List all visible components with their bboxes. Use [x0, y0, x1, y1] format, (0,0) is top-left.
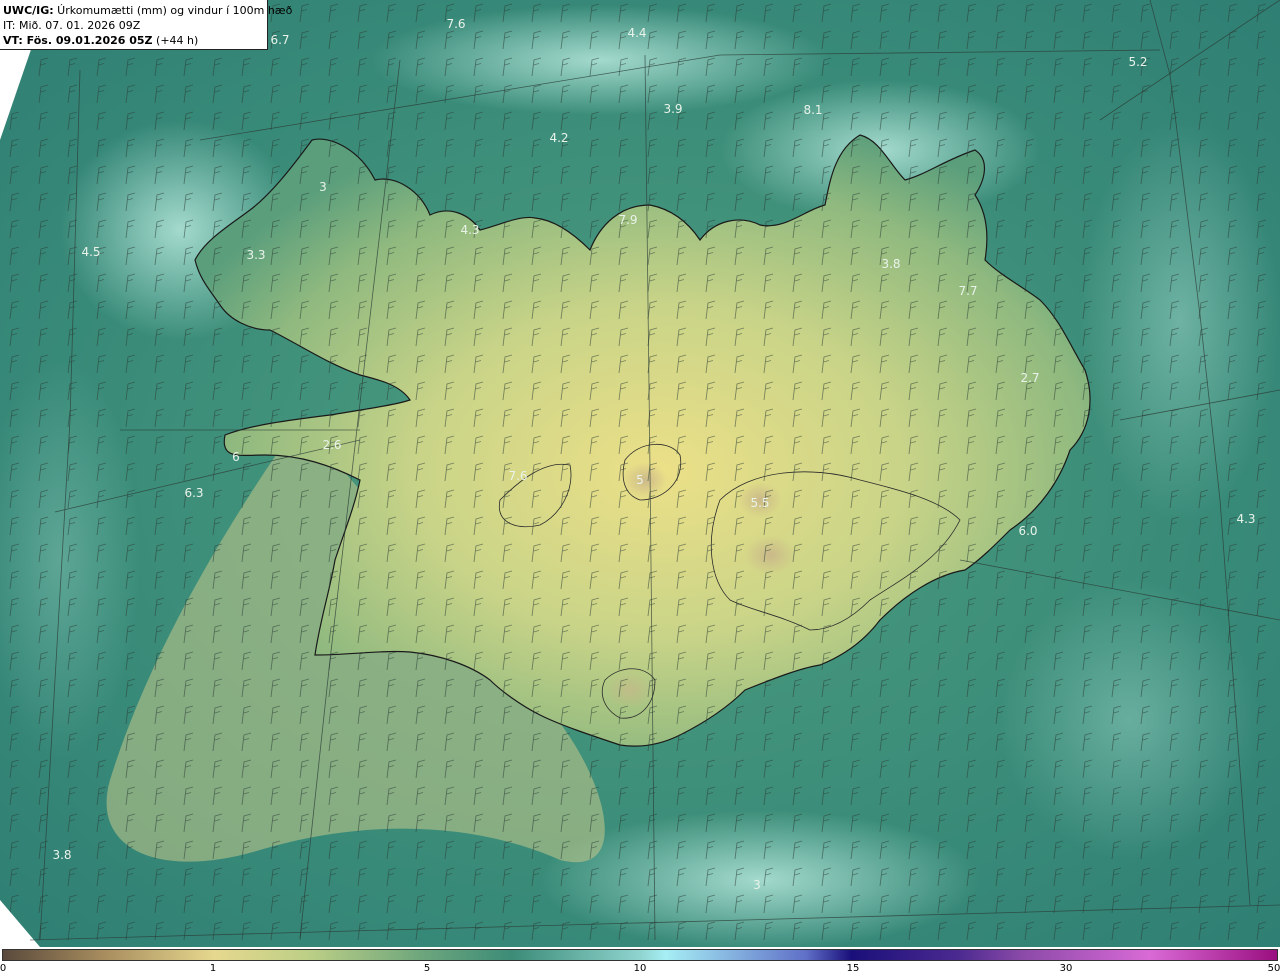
colorbar-tick-label: 10	[633, 963, 647, 974]
colorbar: 0 1 5 10 15 30 50	[0, 947, 1280, 978]
map-value-label: 3	[319, 180, 327, 194]
map-value-label: 3.8	[881, 257, 901, 271]
title-line: UWC/IG: Úrkomumætti (mm) og vindur í 100…	[3, 3, 292, 18]
colorbar-tick-label: 0	[0, 963, 7, 974]
colorbar-tick-label: 1	[209, 963, 217, 974]
map-value-label: 5.5	[750, 496, 770, 510]
forecast-lead: (+44 h)	[152, 34, 199, 47]
map-value-label: 6.3	[184, 486, 204, 500]
map-value-label: 2.6	[322, 438, 342, 452]
valid-time-line: VT: Fös. 09.01.2026 05Z (+44 h)	[3, 33, 267, 48]
map-value-label: 3	[753, 878, 761, 892]
init-time: IT: Mið. 07. 01. 2026 09Z	[3, 19, 141, 32]
map-value-label: 2.7	[1020, 371, 1040, 385]
map-value-label: 4.3	[460, 223, 480, 237]
colorbar-tick-label: 15	[846, 963, 860, 974]
map-value-label: 4.3	[1236, 512, 1256, 526]
map-value-label: 7.9	[618, 213, 638, 227]
map-value-label: 6.0	[1018, 524, 1038, 538]
map-value-label: 5.2	[1128, 55, 1148, 69]
map-value-label: 7.6	[508, 469, 528, 483]
colorbar-tick-label: 30	[1059, 963, 1073, 974]
map-value-label: 3.9	[663, 102, 683, 116]
map-value-label: 7.6	[446, 17, 466, 31]
map-value-label: 4.5	[81, 245, 101, 259]
colorbar-tick-label: 50	[1267, 963, 1280, 974]
map-value-label: 4.4	[627, 26, 647, 40]
colorbar-gradient	[2, 949, 1278, 961]
valid-time: VT: Fös. 09.01.2026 05Z	[3, 34, 153, 47]
map-value-label: 3.8	[52, 848, 72, 862]
precipitation-map: 6.7 7.6 4.4 5.2 3.9 4.2 8.1 4.5 3.3 3 4.3 7.9 3.8 7.7…	[0, 0, 1280, 947]
map-value-label: 6	[232, 450, 240, 464]
map-value-label: 7.7	[958, 284, 978, 298]
map-value-label: 3.3	[246, 248, 266, 262]
map-value-label: 6.7	[270, 33, 290, 47]
map-value-label: 5	[636, 473, 644, 487]
product-code: UWC/IG:	[3, 4, 54, 17]
map-value-label: 4.2	[549, 131, 569, 145]
map-header: UWC/IG: Úrkomumætti (mm) og vindur í 100…	[0, 0, 292, 50]
colorbar-tick-label: 5	[423, 963, 431, 974]
map-title: Úrkomumætti (mm) og vindur í 100m hæð	[53, 4, 293, 17]
map-value-label: 8.1	[803, 103, 823, 117]
